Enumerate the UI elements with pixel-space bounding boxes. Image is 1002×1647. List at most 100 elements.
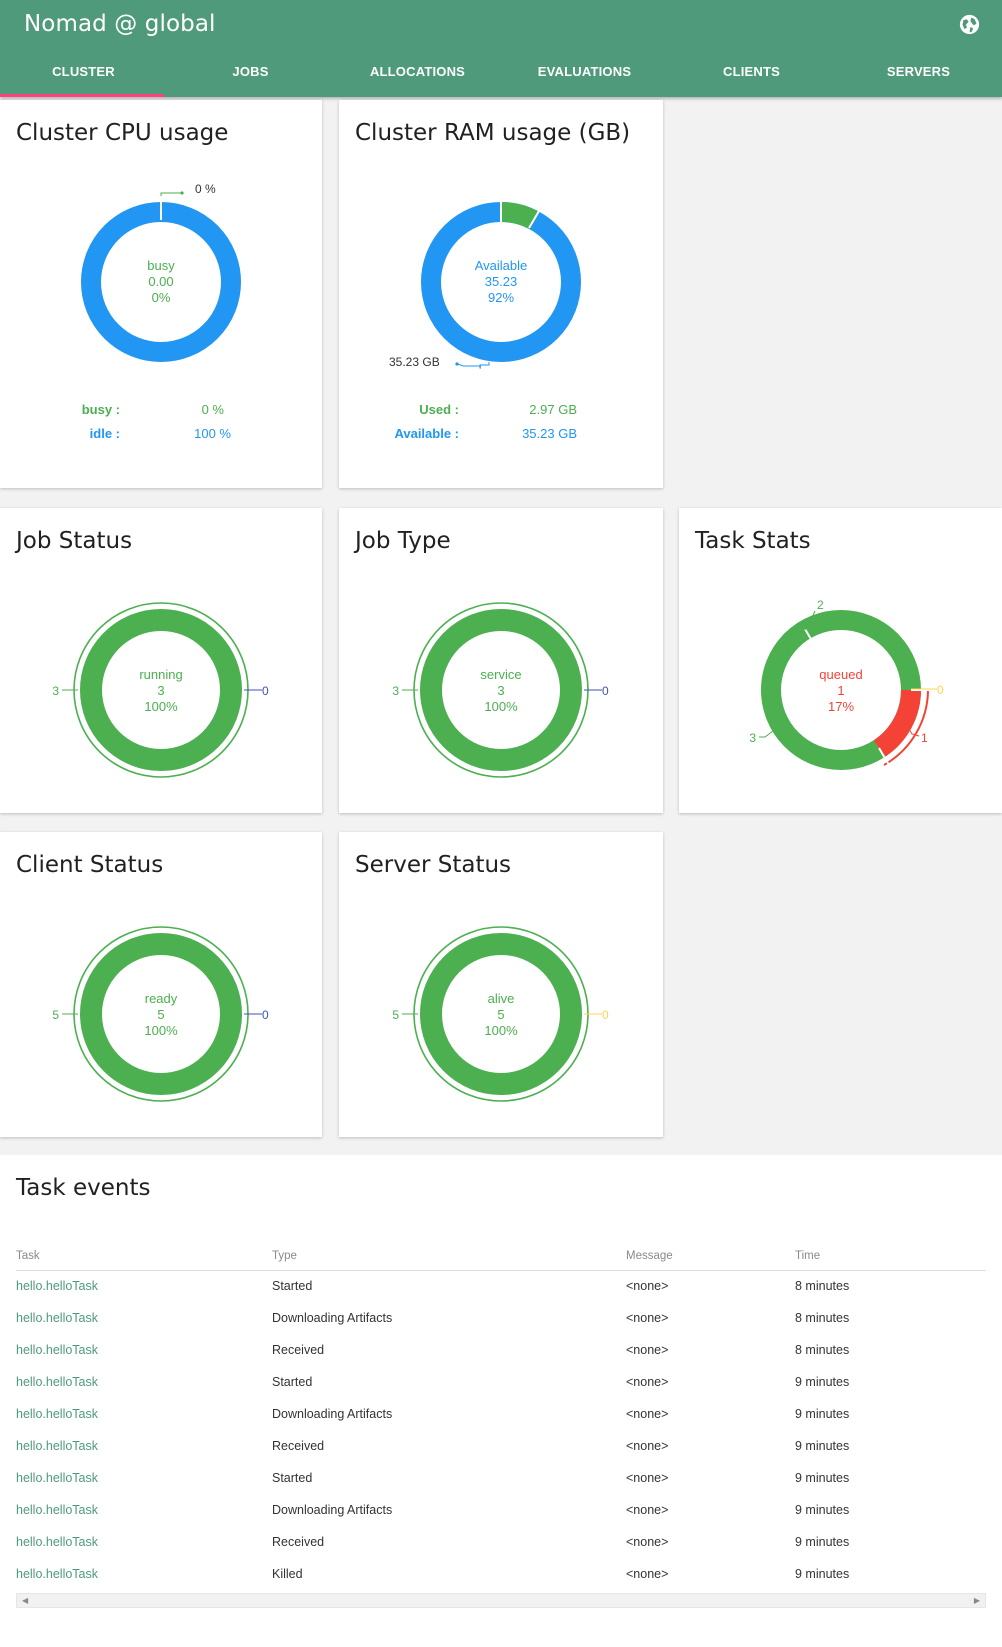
- message-cell: <none>: [626, 1407, 669, 1421]
- left-callout: 5: [392, 1008, 399, 1022]
- task-cell[interactable]: hello.helloTask: [16, 1430, 272, 1462]
- task-cell[interactable]: hello.helloTask: [16, 1302, 272, 1334]
- callout-complete: 2: [817, 598, 824, 612]
- message-cell: <none>: [626, 1471, 669, 1485]
- type-cell: Received: [272, 1535, 325, 1549]
- tab-servers[interactable]: SERVERS: [835, 48, 1002, 97]
- time-cell: 9 minutes: [795, 1503, 850, 1517]
- task-cell[interactable]: hello.helloTask: [16, 1366, 272, 1398]
- type-cell: Started: [272, 1471, 313, 1485]
- tab-cluster[interactable]: CLUSTER: [0, 48, 167, 97]
- type-cell: Downloading Artifacts: [272, 1311, 393, 1325]
- tab-clients[interactable]: CLIENTS: [668, 48, 835, 97]
- message-cell: <none>: [626, 1535, 669, 1549]
- right-callout: 0: [262, 1008, 269, 1022]
- ram-used-arc[interactable]: [500, 201, 540, 230]
- task-cell[interactable]: hello.helloTask: [16, 1398, 272, 1430]
- center-label: ready: [145, 991, 178, 1006]
- center-label: queued: [819, 667, 862, 682]
- task-cell[interactable]: hello.helloTask: [16, 1270, 272, 1302]
- tab-allocations[interactable]: ALLOCATIONS: [334, 48, 501, 97]
- job-status-donut-chart: 3 0 running 3 100%: [52, 602, 269, 778]
- queued-arc[interactable]: [873, 689, 921, 757]
- column-header-type[interactable]: Type: [272, 1242, 626, 1271]
- time-cell: 9 minutes: [795, 1439, 850, 1453]
- left-callout: 3: [52, 684, 59, 698]
- app-header: Nomad @ global: [0, 0, 1002, 48]
- center-label: alive: [488, 991, 515, 1006]
- time-cell: 8 minutes: [795, 1311, 850, 1325]
- table-row[interactable]: hello.helloTask Downloading Artifacts <non…: [16, 1398, 986, 1430]
- job-type-donut-chart: 3 0 service 3 100%: [392, 602, 609, 778]
- stat-row-available: Available : 35.23 GB: [339, 426, 663, 446]
- scroll-right-icon[interactable]: ▶: [974, 1596, 980, 1605]
- scroll-left-icon[interactable]: ◀: [22, 1596, 28, 1605]
- table-row[interactable]: hello.helloTask Received <none> 9 minutes: [16, 1430, 986, 1462]
- type-cell: Started: [272, 1279, 313, 1294]
- cpu-callout-label: 0 %: [195, 182, 216, 196]
- center-value: 3: [497, 683, 504, 698]
- task-cell[interactable]: hello.helloTask: [16, 1558, 272, 1590]
- center-percent: 100%: [484, 1023, 518, 1038]
- center-value: 35.23: [485, 274, 518, 289]
- tab-jobs[interactable]: JOBS: [167, 48, 334, 97]
- table-row[interactable]: hello.helloTask Downloading Artifacts <non…: [16, 1302, 986, 1334]
- time-cell: 9 minutes: [795, 1535, 850, 1549]
- center-label: running: [139, 667, 182, 682]
- stat-label: Used :: [419, 402, 459, 417]
- task-cell[interactable]: hello.helloTask: [16, 1494, 272, 1526]
- message-cell: <none>: [626, 1567, 669, 1581]
- type-cell: Received: [272, 1343, 325, 1357]
- callout-queued: 1: [921, 731, 928, 745]
- column-header-time[interactable]: Time: [795, 1242, 986, 1271]
- task-stats-donut-chart: 2 0 1 3 queued 1 17%: [749, 598, 944, 770]
- message-cell: <none>: [626, 1279, 669, 1294]
- center-value: 1: [837, 683, 844, 698]
- client-status-donut-chart: 5 0 ready 5 100%: [52, 926, 269, 1102]
- message-cell: <none>: [626, 1439, 669, 1453]
- center-percent: 100%: [144, 699, 178, 714]
- stat-row-used: Used : 2.97 GB: [339, 402, 663, 422]
- globe-icon[interactable]: [959, 14, 980, 35]
- table-row[interactable]: hello.helloTask Received <none> 8 minutes: [16, 1334, 986, 1366]
- stat-label: Available :: [394, 426, 459, 441]
- stat-value: 35.23 GB: [522, 426, 577, 441]
- tab-evaluations[interactable]: EVALUATIONS: [501, 48, 668, 97]
- table-row[interactable]: hello.helloTask Received <none> 9 minutes: [16, 1526, 986, 1558]
- table-row[interactable]: hello.helloTask Killed <none> 9 minutes: [16, 1558, 986, 1590]
- time-cell: 8 minutes: [795, 1279, 850, 1294]
- task-cell[interactable]: hello.helloTask: [16, 1462, 272, 1494]
- table-row[interactable]: hello.helloTask Started <none> 9 minutes: [16, 1462, 986, 1494]
- table-row[interactable]: hello.helloTask Started <none> 9 minutes: [16, 1366, 986, 1398]
- table-row[interactable]: hello.helloTask Downloading Artifacts <non…: [16, 1494, 986, 1526]
- task-cell[interactable]: hello.helloTask: [16, 1526, 272, 1558]
- callout-running: 3: [749, 731, 756, 745]
- column-header-task[interactable]: Task: [16, 1242, 272, 1271]
- stat-value: 2.97 GB: [529, 402, 577, 417]
- stat-value: 0 %: [201, 402, 224, 417]
- stat-row-idle: idle : 100 %: [0, 426, 322, 446]
- left-callout: 5: [52, 1008, 59, 1022]
- task-stats-card: Task Stats 2 0 1 3 queued 1 17%: [679, 508, 1002, 813]
- table-row[interactable]: hello.helloTask Started <none> 8 minutes: [16, 1270, 986, 1302]
- center-value: 5: [497, 1007, 504, 1022]
- center-percent: 0%: [152, 290, 171, 305]
- main-tabs: CLUSTER JOBS ALLOCATIONS EVALUATIONS CLI…: [0, 48, 1002, 97]
- center-percent: 100%: [144, 1023, 178, 1038]
- task-cell[interactable]: hello.helloTask: [16, 1334, 272, 1366]
- app-title: Nomad @ global: [24, 11, 216, 37]
- client-status-card: Client Status 5 0 ready 5 100%: [0, 832, 322, 1137]
- time-cell: 9 minutes: [795, 1407, 850, 1421]
- center-value: 3: [157, 683, 164, 698]
- type-cell: Downloading Artifacts: [272, 1503, 393, 1517]
- horizontal-scrollbar[interactable]: ◀ ▶: [16, 1593, 986, 1608]
- type-cell: Started: [272, 1375, 313, 1389]
- right-callout: 0: [602, 684, 609, 698]
- server-status-card: Server Status 5 0 alive 5 100%: [339, 832, 663, 1137]
- callout-failed: 0: [937, 683, 944, 697]
- message-cell: <none>: [626, 1503, 669, 1517]
- column-header-message[interactable]: Message: [626, 1242, 795, 1271]
- message-cell: <none>: [626, 1375, 669, 1389]
- table-header-row: Task Type Message Time: [16, 1242, 986, 1271]
- ram-usage-card: Cluster RAM usage (GB) 35.23 GB Availabl…: [339, 100, 663, 488]
